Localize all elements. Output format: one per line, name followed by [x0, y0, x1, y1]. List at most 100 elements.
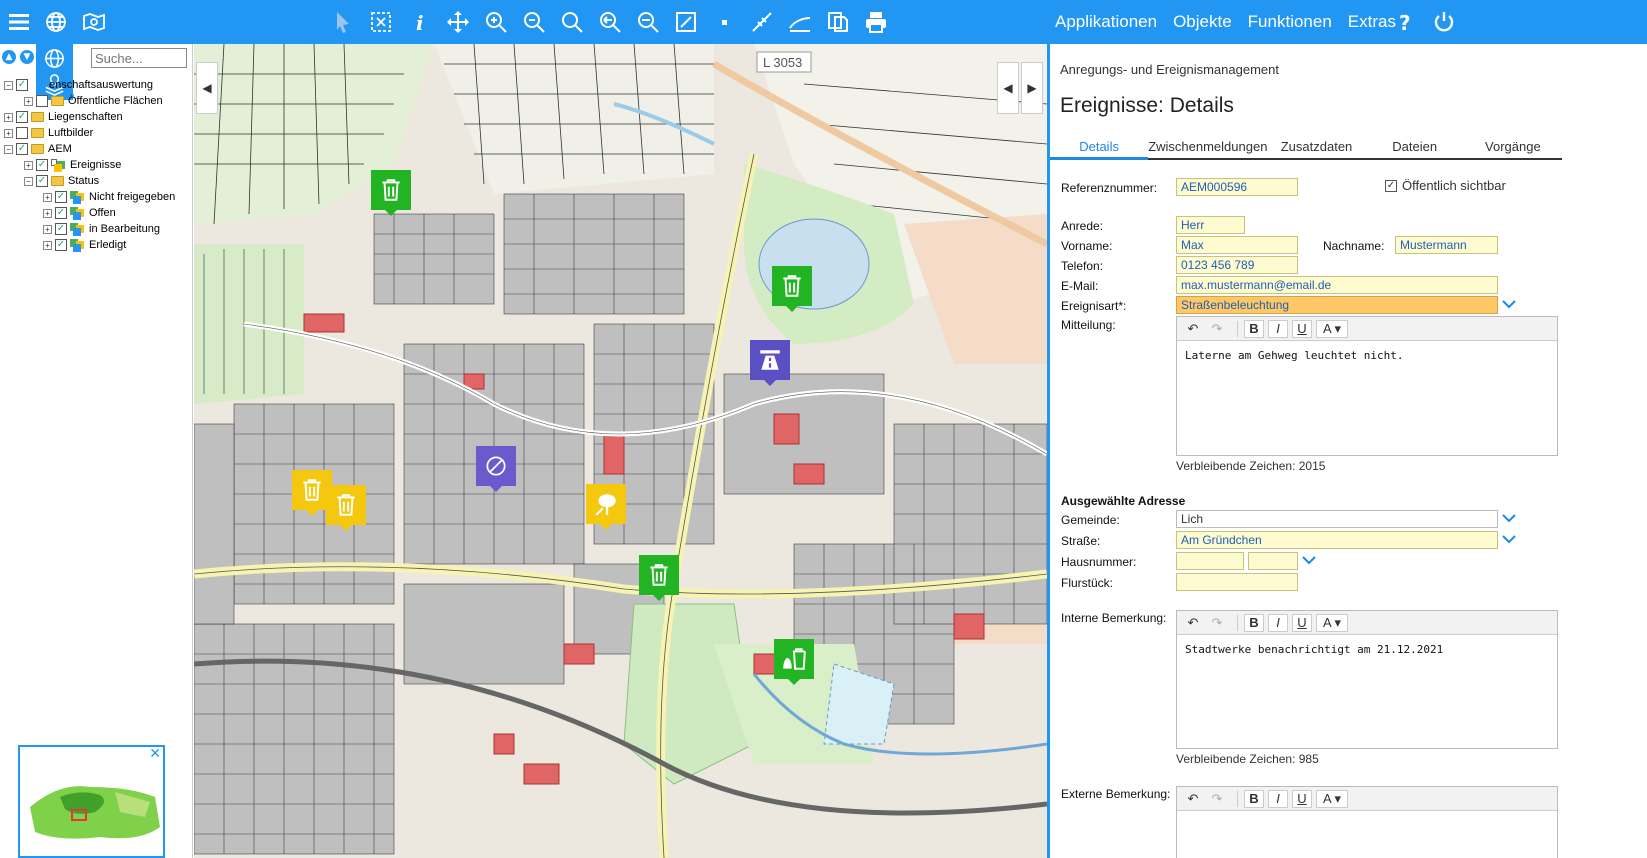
tab-vorgaenge[interactable]: Vorgänge	[1464, 134, 1562, 158]
font-color-icon[interactable]: A ▾	[1316, 789, 1348, 808]
overview-map[interactable]: ✕	[18, 745, 165, 858]
collapse-down-icon[interactable]: ▼	[20, 50, 34, 64]
italic-icon[interactable]: I	[1268, 613, 1288, 632]
tree-item-oeffentliche-flaechen[interactable]: + Öffentliche Flächen	[4, 93, 175, 109]
event-marker-tree[interactable]	[586, 484, 626, 530]
event-marker-waste-bin[interactable]	[772, 266, 812, 312]
expand-icon[interactable]: +	[43, 192, 52, 202]
intern-text[interactable]: Stadtwerke benachrichtigt am 21.12.2021	[1177, 635, 1557, 664]
copy-icon[interactable]	[823, 7, 853, 37]
flurstueck-field[interactable]	[1176, 573, 1298, 591]
italic-icon[interactable]: I	[1268, 789, 1288, 808]
collapse-icon[interactable]: −	[4, 80, 13, 90]
expand-icon[interactable]: +	[4, 112, 13, 122]
zoom-next-icon[interactable]	[633, 7, 663, 37]
globe-icon[interactable]	[41, 7, 71, 37]
event-marker-street-lamp[interactable]	[476, 446, 516, 492]
tree-item-liegenschaftsauswertung[interactable]: − ✓ enschaftsauswertung	[4, 77, 175, 93]
event-marker-waste-bin[interactable]	[371, 170, 411, 216]
pointer-icon[interactable]	[328, 7, 358, 37]
email-field[interactable]: max.mustermann@email.de	[1176, 276, 1498, 294]
info-icon[interactable]: i	[405, 7, 435, 37]
checkbox[interactable]: ✓	[16, 143, 28, 155]
tree-item-nicht-freigegeben[interactable]: + ✓ Nicht freigegeben	[4, 189, 175, 205]
expand-icon[interactable]: +	[24, 96, 33, 106]
redo-icon[interactable]: ↷	[1207, 791, 1227, 807]
hausnummer-field[interactable]	[1176, 552, 1244, 570]
undo-icon[interactable]: ↶	[1183, 791, 1203, 807]
menu-objekte[interactable]: Objekte	[1173, 12, 1232, 32]
tree-item-offen[interactable]: + ✓ Offen	[4, 205, 175, 221]
underline-icon[interactable]: U	[1292, 613, 1312, 632]
expand-icon[interactable]: +	[4, 128, 13, 138]
map-collapse-left-button[interactable]: ◀	[196, 62, 218, 114]
zoom-icon[interactable]	[557, 7, 587, 37]
italic-icon[interactable]: I	[1268, 319, 1288, 338]
chevron-down-icon[interactable]	[1501, 531, 1517, 547]
checkbox[interactable]: ✓	[55, 207, 67, 219]
map-next-button[interactable]: ▶	[1021, 62, 1043, 114]
map-book-icon[interactable]	[79, 7, 109, 37]
checkbox[interactable]: ✓	[55, 223, 67, 235]
tree-item-in-bearbeitung[interactable]: + ✓ in Bearbeitung	[4, 221, 175, 237]
strasse-select[interactable]: Am Gründchen	[1176, 531, 1498, 549]
menu-funktionen[interactable]: Funktionen	[1248, 12, 1332, 32]
zoom-extent-icon[interactable]	[671, 7, 701, 37]
event-marker-waste-bin[interactable]	[639, 555, 679, 601]
checkbox[interactable]	[36, 95, 48, 107]
tab-dateien[interactable]: Dateien	[1366, 134, 1464, 158]
checkbox[interactable]: ✓	[1385, 179, 1397, 192]
chevron-down-icon[interactable]	[1301, 552, 1317, 568]
zoom-prev-icon[interactable]	[595, 7, 625, 37]
telefon-field[interactable]: 0123 456 789	[1176, 256, 1298, 274]
select-box-icon[interactable]	[366, 7, 396, 37]
redo-icon[interactable]: ↷	[1207, 615, 1227, 631]
tree-item-status[interactable]: − ✓ Status	[4, 173, 175, 189]
tab-zwischenmeldungen[interactable]: Zwischenmeldungen	[1148, 134, 1267, 158]
checkbox[interactable]: ✓	[16, 79, 28, 91]
collapse-icon[interactable]: −	[4, 144, 13, 154]
measure-line-icon[interactable]	[747, 7, 777, 37]
help-icon[interactable]: ?	[1390, 7, 1420, 37]
undo-icon[interactable]: ↶	[1183, 321, 1203, 337]
vorname-field[interactable]: Max	[1176, 236, 1298, 254]
expand-icon[interactable]: +	[43, 208, 52, 218]
event-marker-waste-bin[interactable]	[326, 485, 366, 531]
bold-icon[interactable]: B	[1244, 613, 1264, 632]
chevron-down-icon[interactable]	[1501, 510, 1517, 526]
expand-icon[interactable]: +	[24, 160, 33, 170]
extern-editor[interactable]: ↶ ↷ B I U A ▾	[1176, 786, 1558, 858]
collapse-icon[interactable]: −	[24, 176, 33, 186]
checkbox[interactable]: ✓	[55, 239, 67, 251]
mitteilung-editor[interactable]: ↶ ↷ B I U A ▾ Laterne am Gehweg leuchtet …	[1176, 316, 1558, 456]
layer-search-input[interactable]	[91, 48, 187, 68]
expand-icon[interactable]: +	[43, 224, 52, 234]
tab-details[interactable]: Details	[1050, 134, 1149, 160]
collapse-up-icon[interactable]: ▲	[2, 50, 16, 64]
checkbox[interactable]	[16, 127, 28, 139]
tree-item-ereignisse[interactable]: + ✓ Ereignisse	[4, 157, 175, 173]
anrede-field[interactable]: Herr	[1176, 216, 1245, 234]
zoom-in-icon[interactable]	[481, 7, 511, 37]
print-icon[interactable]	[861, 7, 891, 37]
tab-zusatzdaten[interactable]: Zusatzdaten	[1267, 134, 1365, 158]
public-visible-checkbox[interactable]: ✓ Öffentlich sichtbar	[1385, 178, 1506, 193]
intern-editor[interactable]: ↶ ↷ B I U A ▾ Stadtwerke benachrichtigt a…	[1176, 610, 1558, 749]
tree-item-liegenschaften[interactable]: + ✓ Liegenschaften	[4, 109, 175, 125]
checkbox[interactable]: ✓	[16, 111, 28, 123]
tree-item-luftbilder[interactable]: + Luftbilder	[4, 125, 175, 141]
checkbox[interactable]: ✓	[36, 175, 48, 187]
redo-icon[interactable]: ↷	[1207, 321, 1227, 337]
expand-icon[interactable]: +	[43, 240, 52, 250]
gemeinde-select[interactable]: Lich	[1176, 510, 1498, 528]
font-color-icon[interactable]: A ▾	[1316, 613, 1348, 632]
power-icon[interactable]	[1429, 7, 1459, 37]
ereignisart-select[interactable]: Straßenbeleuchtung	[1176, 296, 1498, 314]
event-marker-road[interactable]	[750, 340, 790, 386]
checkbox[interactable]: ✓	[36, 159, 48, 171]
undo-icon[interactable]: ↶	[1183, 615, 1203, 631]
tree-item-erledigt[interactable]: + ✓ Erledigt	[4, 237, 175, 253]
point-icon[interactable]	[709, 7, 739, 37]
underline-icon[interactable]: U	[1292, 789, 1312, 808]
pan-icon[interactable]	[443, 7, 473, 37]
